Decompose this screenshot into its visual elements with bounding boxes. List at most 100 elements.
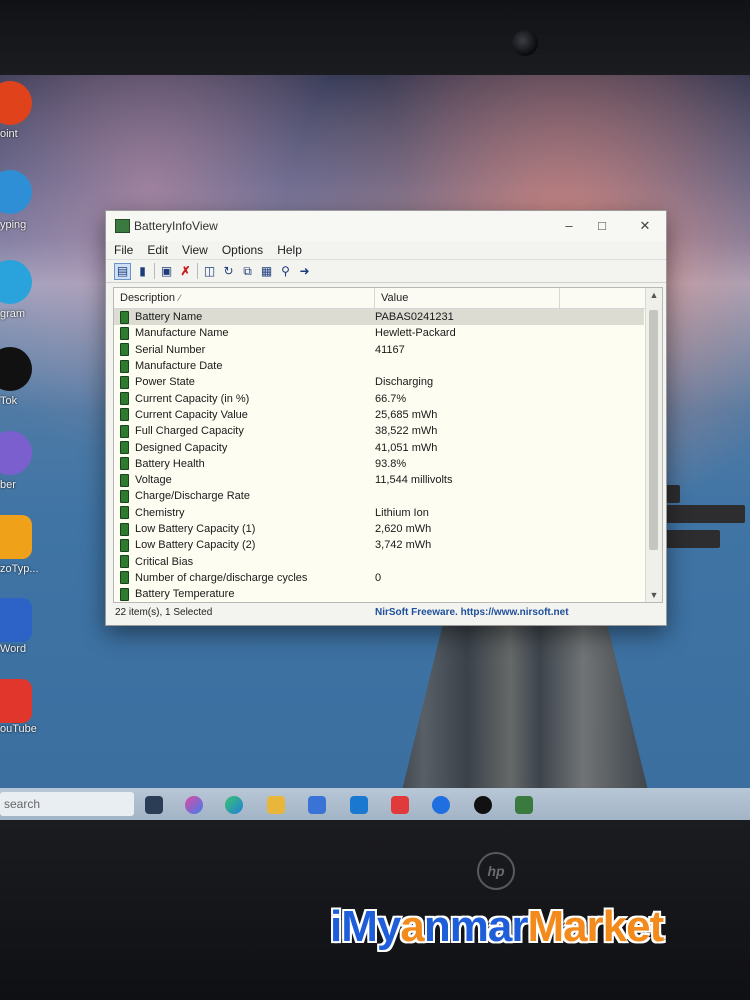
youtube-taskbar-icon[interactable] bbox=[391, 796, 409, 814]
table-row[interactable]: Manufacture Date bbox=[114, 358, 644, 374]
imyanmarmarket-watermark: iMyanmarMarket bbox=[330, 902, 664, 951]
battery-icon[interactable]: ▮ bbox=[135, 264, 150, 279]
refresh-icon[interactable]: ↻ bbox=[221, 264, 236, 279]
webcam bbox=[512, 30, 538, 56]
table-row[interactable]: Critical Bias bbox=[114, 553, 644, 569]
scrollbar-thumb[interactable] bbox=[649, 310, 658, 550]
battery-row-icon bbox=[120, 489, 129, 503]
batteryinfoview-taskbar-icon[interactable] bbox=[515, 796, 533, 814]
menu-help[interactable]: Help bbox=[277, 243, 302, 257]
tiktok-taskbar-icon[interactable] bbox=[474, 796, 492, 814]
description-cell: Power State bbox=[114, 375, 373, 389]
table-row[interactable]: Current Capacity (in %) 66.7% bbox=[114, 390, 644, 406]
description-cell: Low Battery Capacity (2) bbox=[114, 538, 373, 552]
desktop-icon-powerpoint[interactable] bbox=[0, 81, 32, 125]
row-label: Designed Capacity bbox=[135, 441, 228, 454]
log-window-icon[interactable]: ▣ bbox=[159, 264, 174, 279]
mail-icon[interactable] bbox=[350, 796, 368, 814]
table-row[interactable]: Battery Name PABAS0241231 bbox=[114, 309, 644, 326]
table-row[interactable]: Battery Temperature bbox=[114, 586, 644, 602]
value-cell: 93.8% bbox=[375, 457, 407, 470]
vertical-scrollbar[interactable]: ▲ ▼ bbox=[645, 288, 662, 602]
description-cell: Charge/Discharge Rate bbox=[114, 489, 373, 503]
description-cell: Serial Number bbox=[114, 343, 373, 357]
row-label: Number of charge/discharge cycles bbox=[135, 571, 308, 584]
menu-options[interactable]: Options bbox=[222, 243, 263, 257]
edge-icon[interactable] bbox=[225, 796, 243, 814]
desktop-icon-viber[interactable] bbox=[0, 431, 32, 475]
battery-row-icon bbox=[120, 506, 129, 520]
taskbar: search bbox=[0, 788, 750, 820]
desktop-label: gram bbox=[0, 308, 26, 320]
row-label: Critical Bias bbox=[135, 555, 194, 568]
description-cell: Low Battery Capacity (1) bbox=[114, 522, 373, 536]
desktop-icon-word[interactable] bbox=[0, 598, 32, 642]
title-bar[interactable]: BatteryInfoView – □ ✕ bbox=[106, 211, 666, 241]
description-cell: Battery Name bbox=[114, 310, 373, 324]
table-body: Battery Name PABAS0241231 Manufacture Name… bbox=[114, 309, 644, 602]
table-row[interactable]: Number of charge/discharge cycles 0 bbox=[114, 570, 644, 586]
column-header-value[interactable]: Value bbox=[375, 288, 560, 308]
find-icon[interactable]: ⚲ bbox=[278, 264, 293, 279]
file-explorer-icon[interactable] bbox=[267, 796, 285, 814]
battery-row-icon bbox=[120, 457, 129, 471]
row-label: Battery Name bbox=[135, 311, 203, 324]
properties-icon[interactable]: ▤ bbox=[114, 262, 131, 280]
description-cell: Manufacture Date bbox=[114, 359, 373, 373]
battery-row-icon bbox=[120, 441, 129, 455]
row-label: Manufacture Name bbox=[135, 327, 229, 340]
table-row[interactable]: Chemistry Lithium Ion bbox=[114, 505, 644, 521]
close-button[interactable]: ✕ bbox=[634, 217, 656, 235]
column-header-description[interactable]: Description ⁄ bbox=[114, 288, 375, 308]
table-row[interactable]: Charge/Discharge Rate bbox=[114, 488, 644, 504]
task-view-icon[interactable] bbox=[145, 796, 163, 814]
value-cell: Discharging bbox=[375, 376, 434, 389]
html-report-icon[interactable]: ▦ bbox=[259, 264, 274, 279]
menu-edit[interactable]: Edit bbox=[147, 243, 168, 257]
save-icon[interactable]: ◫ bbox=[202, 264, 217, 279]
scroll-down-icon[interactable]: ▼ bbox=[646, 590, 662, 600]
copilot-icon[interactable] bbox=[185, 796, 203, 814]
table-row[interactable]: Power State Discharging bbox=[114, 374, 644, 390]
table-row[interactable]: Serial Number 41167 bbox=[114, 342, 644, 358]
table-row[interactable]: Full Charged Capacity 38,522 mWh bbox=[114, 423, 644, 439]
value-cell: 0 bbox=[375, 571, 382, 584]
nirsoft-link[interactable]: NirSoft Freeware. https://www.nirsoft.ne… bbox=[375, 604, 569, 622]
desktop-label: Word bbox=[0, 643, 27, 655]
desktop-icon-tiktok[interactable] bbox=[0, 347, 32, 391]
table-row[interactable]: Voltage 11,544 millivolts bbox=[114, 472, 644, 488]
value-cell: 25,685 mWh bbox=[375, 408, 438, 421]
menu-view[interactable]: View bbox=[182, 243, 208, 257]
copy-icon[interactable]: ⧉ bbox=[240, 264, 255, 279]
battery-row-icon bbox=[120, 522, 129, 536]
desktop-label: Tok bbox=[0, 395, 18, 407]
value-cell: Lithium Ion bbox=[375, 506, 429, 519]
delete-icon[interactable]: ✗ bbox=[178, 264, 193, 279]
description-cell: Voltage bbox=[114, 473, 373, 487]
menu-file[interactable]: File bbox=[114, 243, 133, 257]
facebook-icon[interactable] bbox=[432, 796, 450, 814]
row-label: Full Charged Capacity bbox=[135, 425, 244, 438]
desktop-label: zoTyp... bbox=[0, 563, 39, 575]
table-row[interactable]: Manufacture Name Hewlett-Packard bbox=[114, 325, 644, 341]
table-row[interactable]: Battery Health 93.8% bbox=[114, 456, 644, 472]
table-row[interactable]: Low Battery Capacity (1) 2,620 mWh bbox=[114, 521, 644, 537]
status-bar: 22 item(s), 1 Selected NirSoft Freeware.… bbox=[113, 604, 661, 622]
exit-icon[interactable]: ➜ bbox=[297, 264, 312, 279]
store-icon[interactable] bbox=[308, 796, 326, 814]
desktop-icon-telegram[interactable] bbox=[0, 260, 32, 304]
value-cell: 66.7% bbox=[375, 392, 407, 405]
table-row[interactable]: Low Battery Capacity (2) 3,742 mWh bbox=[114, 537, 644, 553]
value-cell: 38,522 mWh bbox=[375, 425, 438, 438]
row-label: Battery Health bbox=[135, 457, 205, 470]
maximize-button[interactable]: □ bbox=[591, 217, 613, 235]
scroll-up-icon[interactable]: ▲ bbox=[646, 290, 662, 300]
minimize-button[interactable]: – bbox=[558, 217, 580, 235]
desktop-icon-typing[interactable] bbox=[0, 170, 32, 214]
taskbar-search[interactable]: search bbox=[0, 792, 134, 816]
toolbar-separator bbox=[197, 263, 198, 279]
table-row[interactable]: Designed Capacity 41,051 mWh bbox=[114, 439, 644, 455]
table-row[interactable]: Current Capacity Value 25,685 mWh bbox=[114, 407, 644, 423]
desktop-icon-youtube[interactable] bbox=[0, 679, 32, 723]
desktop-icon-zawgyi[interactable] bbox=[0, 515, 32, 559]
